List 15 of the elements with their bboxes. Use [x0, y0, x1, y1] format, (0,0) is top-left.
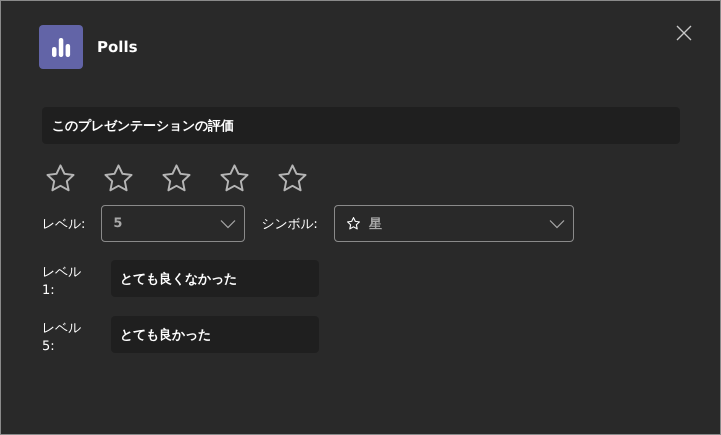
dropdown-label: シンボル: — [261, 216, 318, 232]
chevron-down-icon — [548, 218, 565, 228]
app-title: Polls — [97, 38, 138, 56]
level-dropdown[interactable]: 5 — [101, 205, 246, 242]
close-icon[interactable] — [676, 25, 692, 41]
level-label: レベル 1: — [42, 264, 82, 300]
question-field[interactable]: このプレゼンテーションの評価 — [42, 107, 680, 144]
level-text-field[interactable]: とても良くなかった — [111, 260, 319, 297]
symbol-dropdown[interactable]: 星 — [334, 205, 574, 242]
level-text-field[interactable]: とても良かった — [111, 316, 319, 353]
star-icon — [346, 216, 361, 231]
chevron-down-icon — [220, 218, 236, 228]
dropdown-label: レベル: — [42, 216, 86, 232]
polls-logo-icon — [39, 25, 83, 69]
level-label: レベル 5: — [42, 320, 82, 356]
